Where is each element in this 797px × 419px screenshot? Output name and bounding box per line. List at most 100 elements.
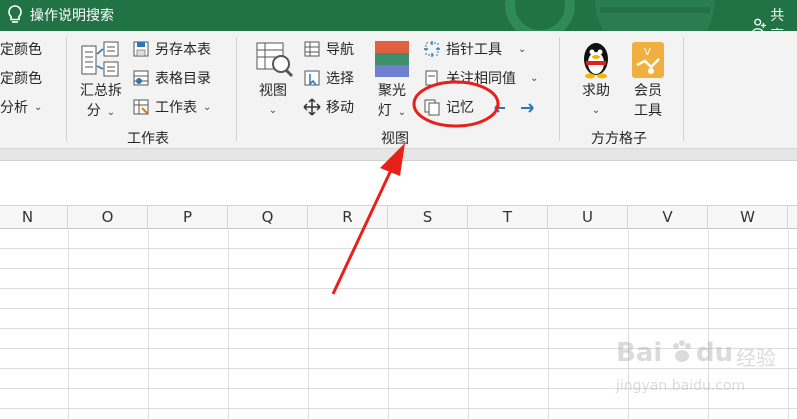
column-header-T[interactable]: T — [468, 206, 548, 229]
column-header-row: N O P Q R S T U V W — [0, 206, 797, 229]
set-color-label-2: 定颜色 — [0, 71, 42, 87]
pointer-tool-label: 指针工具 — [446, 42, 502, 58]
grid-line — [68, 230, 69, 419]
column-header-O[interactable]: O — [68, 206, 148, 229]
group-separator — [66, 37, 67, 141]
grid-line — [228, 230, 229, 419]
column-header-V[interactable]: V — [628, 206, 708, 229]
group-separator — [236, 37, 237, 141]
grid-line — [0, 328, 797, 329]
move-label: 移动 — [326, 100, 354, 116]
navigate-icon — [304, 41, 320, 57]
focus-same-value-label: 关注相同值 — [446, 71, 516, 87]
focus-same-value-icon — [425, 70, 438, 86]
table-directory-label: 表格目录 — [155, 71, 211, 87]
save-as-label: 另存本表 — [155, 42, 211, 58]
view-label: 视图 — [259, 83, 287, 99]
watermark-url: jingyan.baidu.com — [616, 378, 746, 394]
memory-copy-icon — [424, 99, 440, 116]
table-directory-button[interactable]: 表格目录 — [132, 68, 211, 88]
view-button[interactable]: 视图 ⌄ — [250, 81, 296, 121]
set-color-button-1[interactable]: 定颜色 — [0, 39, 42, 59]
column-header-U[interactable]: U — [548, 206, 628, 229]
analysis-label: 分析 — [0, 100, 28, 116]
tell-me-search[interactable]: 操作说明搜索 — [30, 5, 114, 25]
decor-pattern-icon — [595, 0, 715, 31]
select-button[interactable]: 选择 — [303, 68, 354, 88]
analysis-button[interactable]: 分析 ⌄ — [0, 97, 42, 117]
grid-line — [0, 268, 797, 269]
pointer-tool-button[interactable]: 指针工具 ⌄ — [423, 39, 526, 59]
ribbon: 定颜色 定颜色 分析 ⌄ 汇总拆 分 ⌄ 另存本表 表格目录 工作表 ⌄ 工作表… — [0, 31, 797, 149]
grid-line — [468, 230, 469, 419]
chevron-down-icon: ⌄ — [518, 43, 527, 55]
column-header-R[interactable]: R — [308, 206, 388, 229]
worksheet-label: 工作表 — [155, 100, 197, 116]
memory-label: 记忆 — [446, 100, 474, 116]
spotlight-label-1: 聚光 — [378, 83, 406, 99]
set-color-button-2[interactable]: 定颜色 — [0, 68, 42, 88]
column-header-P[interactable]: P — [148, 206, 228, 229]
grid-line — [0, 248, 797, 249]
fangfang-group-label: 方方格子 — [591, 131, 647, 147]
chevron-down-icon: ⌄ — [34, 101, 43, 113]
table-directory-icon — [133, 70, 149, 86]
watermark-brand2: du — [696, 338, 734, 368]
view-group-label: 视图 — [381, 131, 409, 147]
member-tools-icon: V — [632, 42, 664, 78]
spotlight-icon — [375, 41, 409, 77]
ribbon-bottom-strip — [0, 149, 797, 161]
grid-line — [388, 230, 389, 419]
chevron-down-icon: ⌄ — [591, 105, 601, 116]
watermark-experience: 经验 — [736, 346, 776, 370]
member-tools-button[interactable]: 会员 工具 — [626, 81, 670, 121]
move-button[interactable]: 移动 — [303, 97, 354, 117]
spotlight-button[interactable]: 聚光 灯 ⌄ — [370, 81, 414, 123]
worksheet-icon — [133, 99, 149, 115]
decor-circle-icon — [505, 0, 575, 31]
worksheet-group-label: 工作表 — [127, 131, 169, 147]
focus-same-value-button[interactable]: 关注相同值 ⌄ — [423, 68, 538, 88]
grid-line — [0, 288, 797, 289]
help-button[interactable]: 求助 ⌄ — [574, 81, 618, 121]
summary-split-button[interactable]: 汇总拆 分 ⌄ — [74, 81, 128, 123]
paw-icon — [673, 340, 691, 362]
select-cursor-icon — [304, 70, 320, 86]
title-bar: 操作说明搜索 共享 — [0, 0, 797, 31]
select-label: 选择 — [326, 71, 354, 87]
chevron-down-icon: ⌄ — [106, 107, 116, 118]
chevron-down-icon: ⌄ — [203, 101, 212, 113]
member-tools-label-2: 工具 — [634, 103, 662, 119]
chevron-down-icon: ⌄ — [397, 107, 407, 118]
svg-text:V: V — [644, 47, 651, 58]
chevron-down-icon: ⌄ — [530, 72, 539, 84]
summary-split-label-1: 汇总拆 — [80, 83, 122, 99]
column-header-W[interactable]: W — [708, 206, 788, 229]
help-label: 求助 — [582, 83, 610, 99]
spotlight-label-2: 灯 — [377, 103, 392, 119]
person-add-icon — [752, 18, 766, 31]
column-header-S[interactable]: S — [388, 206, 468, 229]
member-tools-label-1: 会员 — [634, 83, 662, 99]
summary-split-label-2: 分 — [86, 103, 101, 119]
memory-button[interactable]: 记忆 — [423, 97, 474, 117]
save-sheet-icon — [133, 41, 149, 57]
navigate-button[interactable]: 导航 — [303, 39, 354, 59]
undo-redo-arrows-icon[interactable] — [493, 101, 539, 115]
formula-bar-area[interactable] — [0, 162, 797, 206]
lightbulb-icon[interactable] — [4, 3, 26, 27]
column-header-Q[interactable]: Q — [228, 206, 308, 229]
grid-line — [548, 230, 549, 419]
summary-split-icon — [81, 41, 119, 77]
chevron-down-icon: ⌄ — [268, 105, 278, 116]
save-as-button[interactable]: 另存本表 — [132, 39, 211, 59]
grid-line — [148, 230, 149, 419]
pointer-tool-icon — [424, 41, 440, 57]
share-label: 共享 — [770, 8, 785, 31]
share-button[interactable]: 共享 — [752, 5, 797, 31]
worksheet-button[interactable]: 工作表 ⌄ — [132, 97, 211, 117]
column-header-N[interactable]: N — [0, 206, 68, 229]
set-color-label-1: 定颜色 — [0, 42, 42, 58]
group-separator — [683, 37, 684, 141]
baidu-watermark: Bai du 经验 jingyan.baidu.com — [612, 330, 792, 410]
